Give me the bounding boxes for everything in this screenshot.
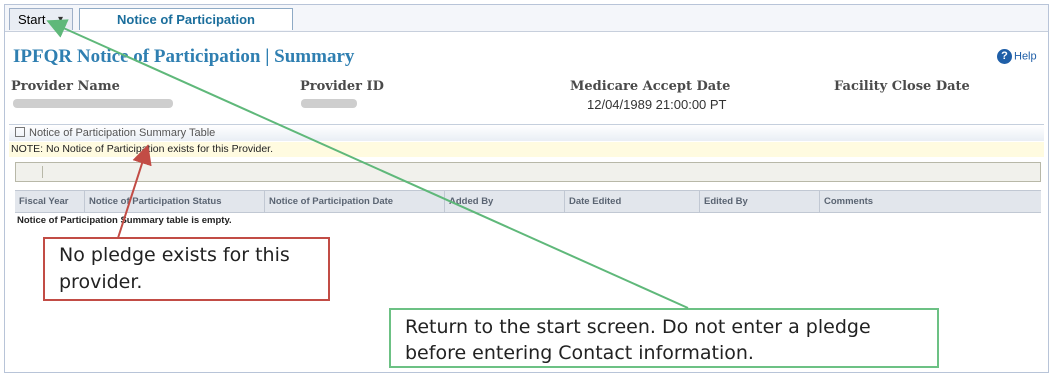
arrow-to-note (117, 144, 152, 239)
arrow-to-start-tab (46, 19, 689, 309)
callout-arrows (46, 19, 689, 309)
